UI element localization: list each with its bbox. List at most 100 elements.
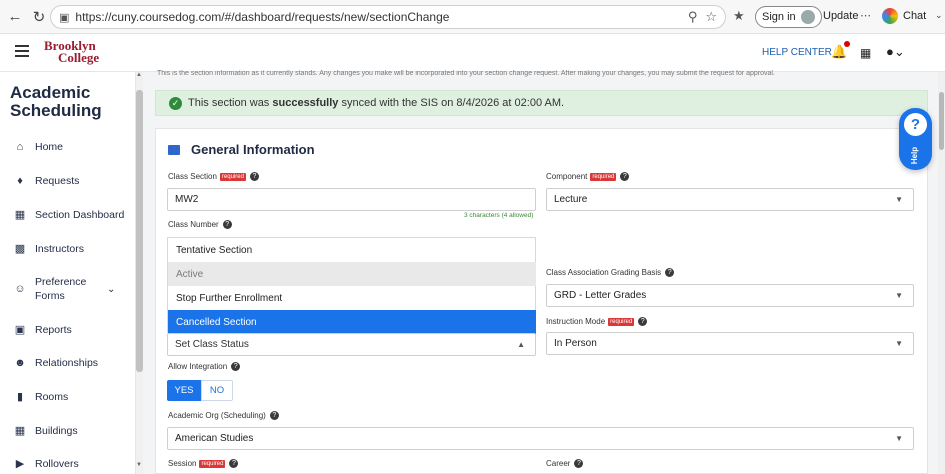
allow-integration-label: Allow Integration ? [168, 362, 241, 371]
help-question-icon[interactable]: ? [249, 172, 259, 181]
rollover-icon: ▶ [15, 458, 25, 470]
class-section-value: MW2 [175, 194, 199, 205]
chevron-down-icon: ▼ [895, 291, 903, 300]
career-label-text: Career [546, 459, 571, 468]
help-question-icon[interactable]: ? [620, 172, 630, 181]
site-info-icon[interactable]: ▣ [59, 11, 69, 24]
option-tentative-section[interactable]: Tentative Section [168, 238, 536, 262]
grading-basis-label: Class Association Grading Basis ? [546, 268, 675, 277]
sidebar-item-section-dashboard[interactable]: ▦ Section Dashboard [12, 208, 125, 222]
sidebar-item-label: Instructors [35, 242, 85, 255]
grading-basis-value: GRD - Letter Grades [554, 290, 647, 301]
sidebar-item-rollovers[interactable]: ▶ Rollovers [12, 457, 79, 471]
instruction-mode-select[interactable]: In Person ▼ [546, 332, 914, 355]
sidebar-title: Academic Scheduling [10, 84, 102, 120]
help-question-icon[interactable]: ? [665, 268, 675, 277]
class-status-select[interactable]: Set Class Status ▲ [167, 333, 536, 356]
page-scrollbar-thumb[interactable] [939, 92, 944, 150]
component-label-text: Component [546, 172, 588, 181]
class-section-label: Class Section required ? [168, 172, 259, 181]
apps-grid-icon[interactable]: ▦ [860, 46, 871, 60]
sidebar-item-rooms[interactable]: ▮ Rooms [12, 390, 69, 404]
chevron-down-icon: ▼ [895, 339, 903, 348]
sidebar-item-preference-forms[interactable]: ☺ Preference Forms ⌄ [12, 275, 115, 303]
instruction-mode-value: In Person [554, 338, 597, 349]
sidebar-item-reports[interactable]: ▣ Reports [12, 323, 72, 337]
sign-in-button[interactable]: Sign in [755, 6, 822, 28]
sidebar-item-buildings[interactable]: ▦ Buildings [12, 424, 78, 438]
scroll-up-icon[interactable]: ▲ [136, 72, 142, 78]
sidebar-item-label: Preference Forms [35, 275, 86, 303]
scroll-down-icon[interactable]: ▼ [136, 462, 142, 468]
sidebar-item-instructors[interactable]: ▩ Instructors [12, 242, 85, 256]
chat-button[interactable]: Chat [882, 8, 926, 24]
user-menu-icon[interactable]: ●⌄ [886, 44, 905, 60]
allow-integration-label-text: Allow Integration [168, 362, 228, 371]
academic-org-value: American Studies [175, 433, 254, 444]
sidebar-item-requests[interactable]: ♦ Requests [12, 175, 79, 187]
menu-dots-icon[interactable]: ⋯ [860, 9, 871, 22]
academic-org-select[interactable]: American Studies ▼ [167, 427, 914, 450]
chevron-down-icon[interactable]: ⌄ [107, 284, 115, 295]
session-label: Session required ? [168, 459, 239, 468]
help-question-icon[interactable]: ? [231, 362, 241, 371]
help-question-icon[interactable]: ? [269, 411, 279, 420]
component-select[interactable]: Lecture ▼ [546, 188, 914, 211]
banner-text: This section was successfully synced wit… [188, 97, 564, 109]
door-icon: ▮ [16, 391, 24, 403]
reload-icon[interactable]: ↻ [27, 5, 51, 29]
brooklyn-college-logo[interactable]: Brooklyn College [44, 39, 99, 64]
required-badge: required [199, 459, 226, 468]
allow-integration-no-button[interactable]: NO [201, 380, 233, 401]
update-button[interactable]: Update [823, 10, 858, 22]
option-stop-further-enrollment[interactable]: Stop Further Enrollment [168, 286, 536, 310]
help-question-icon[interactable]: ? [222, 220, 232, 229]
component-label: Component required ? [546, 172, 630, 181]
sidebar-item-relationships[interactable]: ☻ Relationships [12, 357, 98, 369]
help-question-icon[interactable]: ? [574, 459, 584, 468]
instruction-mode-label: Instruction Mode required ? [546, 317, 648, 326]
zoom-icon[interactable]: ⚲ [688, 9, 698, 25]
grading-basis-select[interactable]: GRD - Letter Grades ▼ [546, 284, 914, 307]
class-number-label-text: Class Number [168, 220, 219, 229]
star-icon[interactable]: ☆ [705, 9, 717, 25]
help-widget-button[interactable]: ? Help [899, 108, 932, 170]
help-center-link[interactable]: HELP CENTER [762, 47, 832, 58]
sidebar-item-label: Rollovers [35, 457, 79, 470]
sidebar-scrollbar-thumb[interactable] [136, 90, 143, 372]
back-icon[interactable]: ← [3, 5, 27, 29]
check-circle-icon: ✓ [169, 96, 182, 110]
clipboard-icon: ▦ [14, 209, 26, 221]
instruction-mode-label-text: Instruction Mode [546, 317, 606, 326]
address-bar[interactable]: ▣ https://cuny.coursedog.com/#/dashboard… [50, 5, 726, 29]
sidebar-item-label: Rooms [35, 390, 69, 403]
chevron-down-icon[interactable]: ⌄ [935, 10, 943, 21]
hamburger-menu-icon[interactable] [15, 45, 29, 57]
allow-integration-yes-button[interactable]: YES [167, 380, 201, 401]
chevron-down-icon: ▼ [895, 434, 903, 443]
section-info-text: This is the section information as it cu… [157, 70, 775, 77]
class-section-input[interactable]: MW2 [167, 188, 536, 211]
sidebar-item-home[interactable]: ⌂ Home [12, 141, 63, 153]
grading-basis-label-text: Class Association Grading Basis [546, 268, 662, 277]
chat-label: Chat [903, 10, 927, 22]
required-badge: required [219, 172, 246, 181]
option-cancelled-section[interactable]: Cancelled Section [168, 310, 536, 334]
sign-in-label: Sign in [762, 11, 796, 23]
session-label-text: Session [168, 459, 197, 468]
class-status-dropdown: Tentative Section Active Stop Further En… [167, 237, 536, 334]
url-text: https://cuny.coursedog.com/#/dashboard/r… [75, 10, 450, 24]
sidebar-item-label-line-1: Preference [35, 276, 87, 288]
help-question-icon[interactable]: ? [638, 317, 648, 326]
requests-icon: ♦ [17, 175, 23, 187]
home-icon: ⌂ [16, 141, 24, 153]
class-number-label: Class Number ? [168, 220, 232, 229]
help-question-icon: ? [904, 113, 927, 136]
required-badge: required [590, 172, 617, 181]
character-count-hint: 3 characters (4 allowed) [464, 212, 534, 219]
person-card-icon: ▩ [14, 243, 26, 255]
help-question-icon[interactable]: ? [229, 459, 239, 468]
favorites-icon[interactable]: ★ [733, 8, 745, 24]
sidebar-item-label: Home [35, 141, 64, 153]
app-header: Brooklyn College HELP CENTER 🔔 ▦ ●⌄ [0, 34, 945, 72]
